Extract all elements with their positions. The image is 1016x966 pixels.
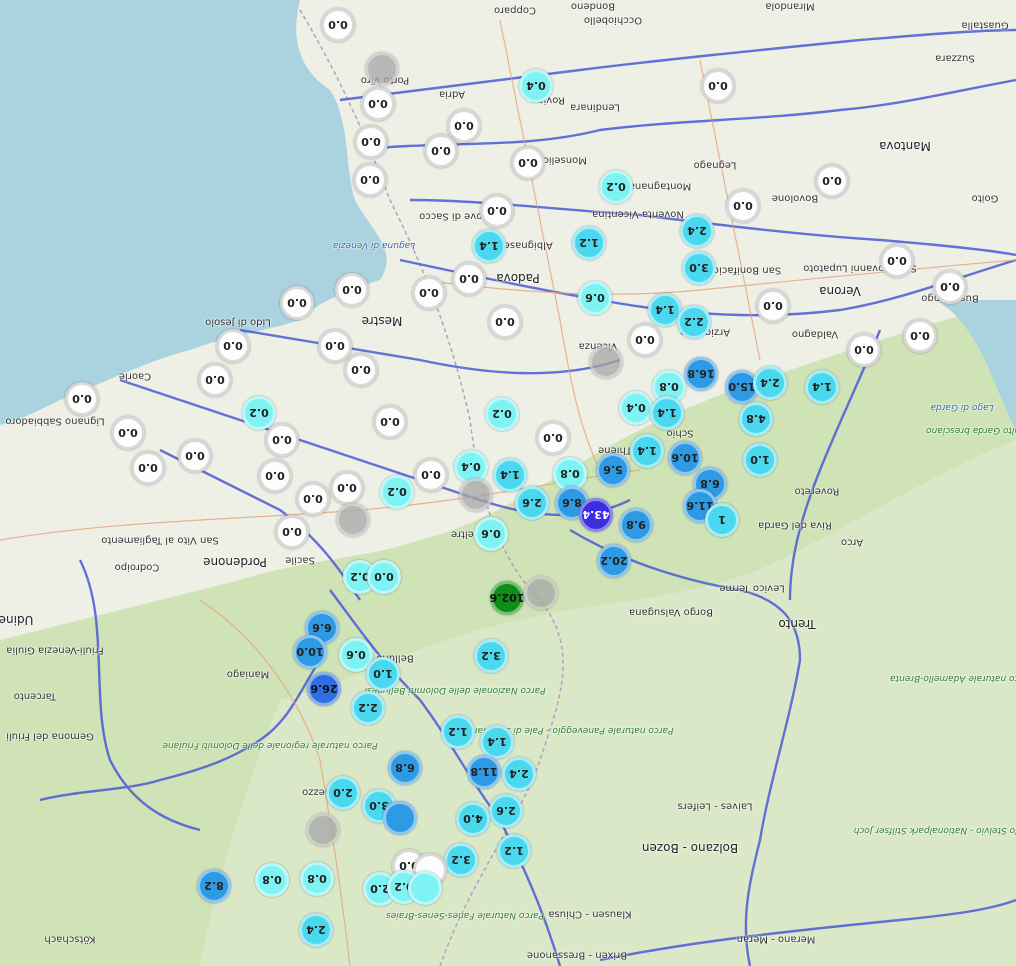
- rain-gauge-marker[interactable]: 2.2: [677, 305, 711, 339]
- rain-gauge-marker[interactable]: 1.4: [650, 396, 684, 430]
- rain-gauge-marker[interactable]: 0.0: [353, 163, 387, 197]
- rain-gauge-marker[interactable]: 0.0: [280, 286, 314, 320]
- rain-gauge-marker[interactable]: 0.2: [599, 170, 633, 204]
- rain-gauge-marker[interactable]: 0.8: [255, 863, 289, 897]
- rain-gauge-marker[interactable]: 0.0: [321, 8, 355, 42]
- rain-gauge-marker[interactable]: 2.4: [680, 214, 714, 248]
- rain-gauge-marker[interactable]: 1.4: [805, 370, 839, 404]
- rain-gauge-marker[interactable]: 0.0: [198, 363, 232, 397]
- rain-gauge-marker[interactable]: 3.2: [444, 843, 478, 877]
- rain-gauge-marker[interactable]: 3.2: [474, 639, 508, 673]
- rain-gauge-marker[interactable]: 0.0: [330, 471, 364, 505]
- rain-gauge-marker[interactable]: 2.4: [502, 757, 536, 791]
- rain-gauge-marker[interactable]: 1.4: [493, 458, 527, 492]
- rain-gauge-marker[interactable]: 0.0: [815, 164, 849, 198]
- rain-gauge-marker[interactable]: 0.0: [847, 333, 881, 367]
- rain-gauge-marker[interactable]: 1: [705, 503, 739, 537]
- rain-gauge-marker[interactable]: 0.0: [178, 439, 212, 473]
- rain-gauge-marker[interactable]: 10.6: [668, 441, 702, 475]
- rain-gauge-marker[interactable]: 0.0: [296, 482, 330, 516]
- station-cluster-marker[interactable]: [365, 52, 399, 86]
- rain-gauge-marker[interactable]: 6.8: [388, 751, 422, 785]
- rain-gauge-marker[interactable]: 4.0: [456, 802, 490, 836]
- station-cluster-marker[interactable]: [589, 345, 623, 379]
- rain-gauge-marker[interactable]: 2.2: [351, 691, 385, 725]
- rain-gauge-marker[interactable]: 0.6: [474, 517, 508, 551]
- rain-gauge-marker[interactable]: 0.0: [480, 194, 514, 228]
- map-view[interactable]: Copparo Bondeno Mirandola Occhiobello Guasta…: [0, 0, 1016, 966]
- rain-gauge-marker[interactable]: 2.6: [515, 486, 549, 520]
- rain-gauge-marker[interactable]: 20.2: [597, 544, 631, 578]
- rain-gauge-marker[interactable]: 0.2: [380, 475, 414, 509]
- rain-gauge-marker[interactable]: 0.0: [373, 405, 407, 439]
- rain-gauge-marker[interactable]: 0.0: [452, 262, 486, 296]
- rain-gauge-marker[interactable]: 9.8: [619, 508, 653, 542]
- rain-gauge-marker[interactable]: 0.0: [361, 87, 395, 121]
- rain-gauge-marker[interactable]: 1.2: [497, 834, 531, 868]
- rain-gauge-marker[interactable]: 0.0: [265, 423, 299, 457]
- rain-gauge-marker[interactable]: 0.0: [488, 305, 522, 339]
- rain-gauge-marker[interactable]: 10.0: [293, 635, 327, 669]
- rain-gauge-marker[interactable]: 0.0: [880, 244, 914, 278]
- rain-gauge-marker[interactable]: 0.0: [65, 382, 99, 416]
- rain-gauge-marker[interactable]: 0.6: [578, 281, 612, 315]
- rain-gauge-marker[interactable]: 0.0: [628, 323, 662, 357]
- rain-gauge-marker[interactable]: 8.2: [197, 869, 231, 903]
- rain-gauge-marker[interactable]: 1.0: [366, 657, 400, 691]
- rain-gauge-marker[interactable]: 1.2: [572, 226, 606, 260]
- rain-gauge-marker[interactable]: 0.0: [216, 329, 250, 363]
- rain-gauge-marker[interactable]: 2.0: [326, 776, 360, 810]
- station-cluster-marker[interactable]: [306, 813, 340, 847]
- rain-gauge-marker[interactable]: 0.0: [511, 146, 545, 180]
- rain-gauge-marker[interactable]: 0.4: [619, 391, 653, 425]
- rain-gauge-marker[interactable]: 1.4: [480, 725, 514, 759]
- rain-gauge-marker[interactable]: 0.0: [367, 560, 401, 594]
- rain-gauge-marker[interactable]: 102.6: [490, 581, 524, 615]
- rain-gauge-marker[interactable]: 0.0: [726, 189, 760, 223]
- rain-gauge-marker[interactable]: [408, 871, 442, 905]
- rain-gauge-marker[interactable]: 0.0: [131, 451, 165, 485]
- rain-gauge-marker[interactable]: 0.8: [300, 862, 334, 896]
- rain-gauge-marker[interactable]: 0.0: [335, 273, 369, 307]
- rain-gauge-marker[interactable]: 11.8: [467, 755, 501, 789]
- rain-gauge-marker[interactable]: 3.0: [682, 251, 716, 285]
- rain-gauge-marker[interactable]: 26.6: [307, 672, 341, 706]
- rain-gauge-marker[interactable]: 0.0: [701, 69, 735, 103]
- rain-gauge-marker[interactable]: 4.8: [739, 402, 773, 436]
- rain-gauge-marker[interactable]: 1.0: [743, 443, 777, 477]
- rain-gauge-marker[interactable]: 0.0: [318, 329, 352, 363]
- rain-gauge-marker[interactable]: 0.0: [536, 421, 570, 455]
- rain-gauge-marker[interactable]: 0.0: [258, 459, 292, 493]
- rain-gauge-marker[interactable]: 1.2: [441, 715, 475, 749]
- rain-gauge-marker[interactable]: 0.0: [111, 416, 145, 450]
- rain-gauge-marker[interactable]: 2.4: [299, 913, 333, 947]
- rain-gauge-marker[interactable]: 1.4: [472, 229, 506, 263]
- rain-gauge-marker[interactable]: 16.8: [684, 357, 718, 391]
- rain-gauge-marker[interactable]: 1.4: [630, 434, 664, 468]
- rain-gauge-marker[interactable]: 2.4: [753, 366, 787, 400]
- rain-gauge-marker[interactable]: 0.0: [344, 353, 378, 387]
- rain-gauge-marker[interactable]: 0.2: [485, 397, 519, 431]
- rain-gauge-marker[interactable]: 0.0: [412, 276, 446, 310]
- rain-gauge-marker[interactable]: 0.4: [519, 69, 553, 103]
- station-cluster-marker[interactable]: [459, 478, 493, 512]
- rain-gauge-marker[interactable]: 0.2: [242, 396, 276, 430]
- rain-gauge-marker[interactable]: 0.0: [275, 515, 309, 549]
- rain-gauge-marker[interactable]: 5.6: [596, 453, 630, 487]
- rain-gauge-marker[interactable]: 0.0: [756, 289, 790, 323]
- station-cluster-marker[interactable]: [336, 503, 370, 537]
- rain-gauge-marker[interactable]: [383, 801, 417, 835]
- rain-gauge-marker[interactable]: 0.0: [414, 458, 448, 492]
- station-cluster-marker[interactable]: [524, 576, 558, 610]
- rain-gauge-marker[interactable]: 0.0: [354, 125, 388, 159]
- rain-gauge-marker[interactable]: 0.0: [424, 134, 458, 168]
- rain-gauge-marker[interactable]: 2.6: [489, 794, 523, 828]
- rain-gauge-marker[interactable]: 0.0: [903, 319, 937, 353]
- rain-gauge-marker[interactable]: 0.0: [933, 270, 967, 304]
- rain-gauge-marker[interactable]: 43.4: [579, 498, 613, 532]
